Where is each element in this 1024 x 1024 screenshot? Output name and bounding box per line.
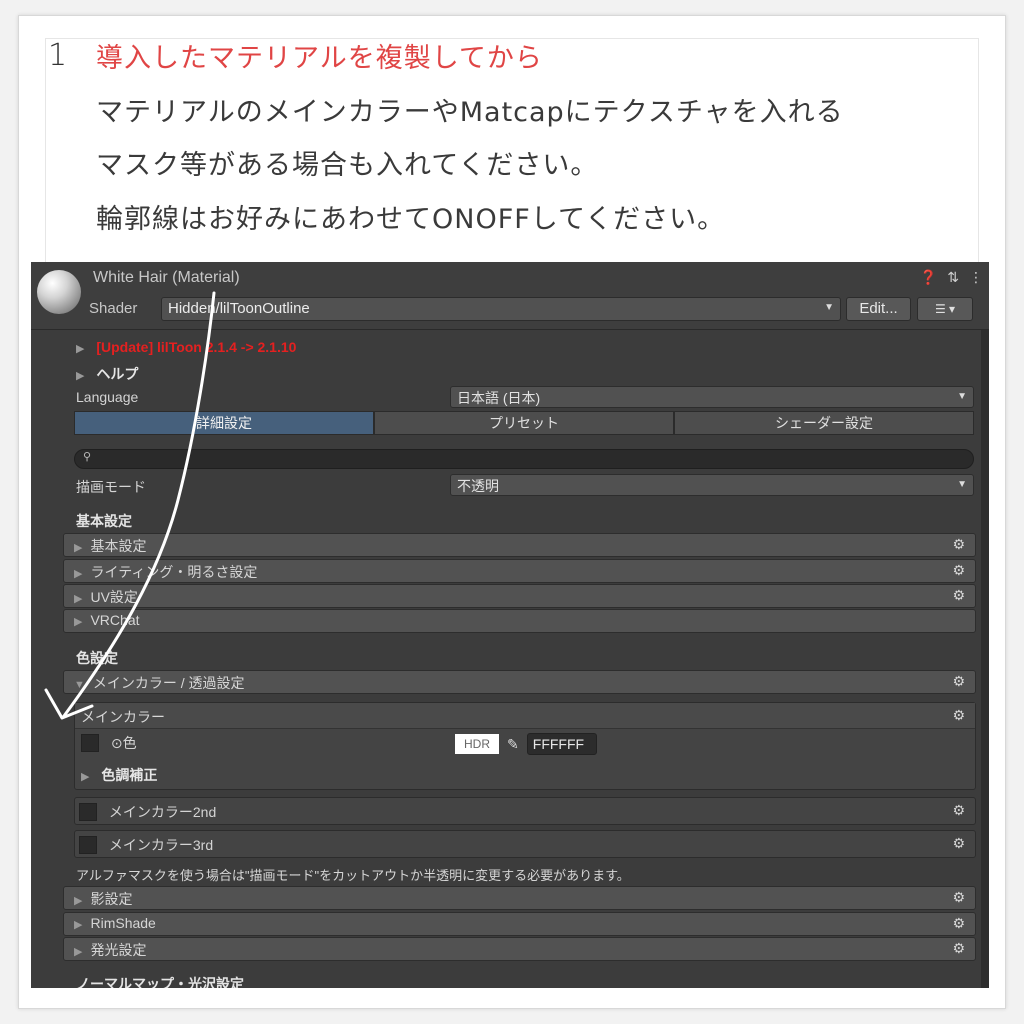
- settings-tabs: 詳細設定 プリセット シェーダー設定: [74, 411, 974, 435]
- step-number: 1: [48, 38, 68, 73]
- help-icon[interactable]: ❓: [920, 269, 937, 286]
- tab-presets[interactable]: プリセット: [374, 411, 674, 435]
- language-label: Language: [76, 389, 139, 405]
- gear-icon[interactable]: ⚙: [952, 889, 965, 906]
- fold-arrow-icon: ▶: [74, 542, 83, 554]
- search-input[interactable]: ⚲: [74, 449, 974, 469]
- color-adjust-row[interactable]: ▶ 色調補正: [75, 759, 975, 789]
- fold-label: VRChat: [90, 612, 140, 628]
- gear-icon[interactable]: ⚙: [952, 835, 965, 852]
- material-inspector: White Hair (Material) ❓ ⇅ ⋮ Shader Hidde…: [31, 262, 989, 988]
- fold-arrow-icon: ▶: [74, 593, 83, 605]
- normal-map-section-heading: ノーマルマップ・光沢設定: [76, 976, 244, 988]
- render-mode-value: 不透明: [457, 478, 499, 494]
- material-preview-sphere-icon: [37, 270, 81, 314]
- basic-section-heading: 基本設定: [76, 513, 132, 529]
- texture-slot[interactable]: [81, 734, 99, 752]
- color-field: HDR ✎ FFFFFF: [455, 733, 597, 755]
- main-color-3rd-label: メインカラー3rd: [108, 837, 214, 853]
- gear-icon[interactable]: ⚙: [952, 707, 965, 724]
- shader-dropdown[interactable]: Hidden/lilToonOutline ▼: [161, 297, 841, 321]
- scrollbar[interactable]: [981, 330, 989, 988]
- update-notice: [Update] lilToon 2.1.4 -> 2.1.10: [96, 339, 297, 355]
- fold-arrow-icon: ▶: [81, 771, 90, 783]
- eyedropper-icon[interactable]: ✎: [503, 736, 523, 753]
- header-icons: ❓ ⇅ ⋮: [920, 269, 983, 286]
- fold-arrow-open-icon: ▼: [74, 679, 85, 691]
- chevron-down-icon: ▼: [824, 302, 834, 313]
- language-dropdown[interactable]: 日本語 (日本) ▼: [450, 386, 974, 408]
- fold-arrow-icon: ▶: [74, 919, 83, 931]
- shader-menu-button[interactable]: ☰ ▾: [917, 297, 973, 321]
- color-row: ⊙色 HDR ✎ FFFFFF: [75, 729, 975, 759]
- preset-icon[interactable]: ⇅: [947, 269, 959, 286]
- gear-icon[interactable]: ⚙: [952, 673, 965, 690]
- color-label: ⊙色: [110, 735, 137, 751]
- gear-icon[interactable]: ⚙: [952, 587, 965, 604]
- shader-label: Shader: [89, 300, 138, 317]
- gear-icon[interactable]: ⚙: [952, 802, 965, 819]
- render-mode-dropdown[interactable]: 不透明 ▼: [450, 474, 974, 496]
- fold-arrow-icon: ▶: [74, 895, 83, 907]
- hex-color-input[interactable]: FFFFFF: [526, 733, 597, 755]
- fold-uv-settings[interactable]: ▶ UV設定 ⚙: [63, 584, 976, 608]
- more-menu-icon[interactable]: ⋮: [969, 269, 983, 286]
- fold-arrow-icon: ▶: [76, 370, 85, 382]
- fold-main-color-transparency[interactable]: ▼ メインカラー / 透過設定 ⚙: [63, 670, 976, 694]
- gear-icon[interactable]: ⚙: [952, 940, 965, 957]
- fold-label: UV設定: [90, 589, 138, 605]
- chevron-down-icon: ▼: [957, 479, 967, 490]
- render-mode-label: 描画モード: [76, 479, 146, 495]
- gear-icon[interactable]: ⚙: [952, 562, 965, 579]
- tab-advanced-settings[interactable]: 詳細設定: [74, 411, 374, 435]
- fold-label: 発光設定: [90, 942, 147, 958]
- main-color-3rd-box[interactable]: メインカラー3rd ⚙: [74, 830, 976, 858]
- fold-emission-settings[interactable]: ▶ 発光設定 ⚙: [63, 937, 976, 961]
- fold-label: メインカラー / 透過設定: [92, 675, 245, 691]
- chevron-down-icon: ▼: [957, 391, 967, 402]
- language-value: 日本語 (日本): [457, 390, 541, 406]
- fold-rimshade[interactable]: ▶ RimShade ⚙: [63, 912, 976, 936]
- color-section-heading: 色設定: [76, 650, 118, 666]
- fold-label: RimShade: [90, 915, 156, 931]
- main-color-box-title: メインカラー: [81, 709, 165, 725]
- toggle-checkbox[interactable]: [79, 803, 97, 821]
- instruction-line-1: 導入したマテリアルを複製してから: [96, 43, 543, 74]
- fold-label: 影設定: [90, 891, 133, 907]
- main-color-box: メインカラー ⚙ ⊙色 HDR ✎ FFFFFF ▶ 色調補正: [74, 702, 976, 790]
- main-color-box-header: メインカラー ⚙: [75, 703, 975, 729]
- fold-vrchat[interactable]: ▶ VRChat: [63, 609, 976, 633]
- fold-label: ライティング・明るさ設定: [90, 564, 258, 580]
- main-color-2nd-label: メインカラー2nd: [108, 804, 217, 820]
- main-color-2nd-row: メインカラー2nd ⚙: [75, 798, 975, 826]
- toggle-checkbox[interactable]: [79, 836, 97, 854]
- instruction-line-2: マテリアルのメインカラーやMatcapにテクスチャを入れる: [96, 97, 844, 128]
- main-color-2nd-box[interactable]: メインカラー2nd ⚙: [74, 797, 976, 825]
- gear-icon[interactable]: ⚙: [952, 915, 965, 932]
- alpha-mask-note: アルファマスクを使う場合は"描画モード"をカットアウトか半透明に変更する必要があ…: [76, 868, 630, 883]
- tab-shader-settings[interactable]: シェーダー設定: [674, 411, 974, 435]
- color-adjust-label: 色調補正: [101, 767, 158, 783]
- instruction-line-3: マスク等がある場合も入れてください。: [96, 150, 599, 181]
- gear-icon[interactable]: ⚙: [952, 536, 965, 553]
- fold-arrow-icon: ▶: [74, 616, 83, 628]
- edit-shader-button[interactable]: Edit...: [846, 297, 911, 321]
- help-row[interactable]: ▶ ヘルプ: [76, 364, 138, 384]
- material-title: White Hair (Material): [93, 269, 240, 286]
- fold-basic-settings[interactable]: ▶ 基本設定 ⚙: [63, 533, 976, 557]
- update-notice-row[interactable]: ▶ [Update] lilToon 2.1.4 -> 2.1.10: [76, 339, 296, 355]
- fold-arrow-icon: ▶: [74, 946, 83, 958]
- hdr-color-swatch[interactable]: HDR: [455, 734, 499, 754]
- fold-arrow-icon: ▶: [74, 568, 83, 580]
- fold-label: 基本設定: [90, 538, 147, 554]
- inspector-header: White Hair (Material) ❓ ⇅ ⋮ Shader Hidde…: [31, 262, 989, 330]
- shader-value: Hidden/lilToonOutline: [168, 300, 310, 317]
- main-color-3rd-row: メインカラー3rd ⚙: [75, 831, 975, 859]
- fold-lighting-settings[interactable]: ▶ ライティング・明るさ設定 ⚙: [63, 559, 976, 583]
- search-icon: ⚲: [83, 451, 92, 463]
- fold-arrow-icon: ▶: [76, 343, 85, 355]
- instruction-line-4: 輪郭線はお好みにあわせてONOFFしてください。: [96, 204, 726, 235]
- help-label: ヘルプ: [96, 366, 139, 382]
- fold-shadow-settings[interactable]: ▶ 影設定 ⚙: [63, 886, 976, 910]
